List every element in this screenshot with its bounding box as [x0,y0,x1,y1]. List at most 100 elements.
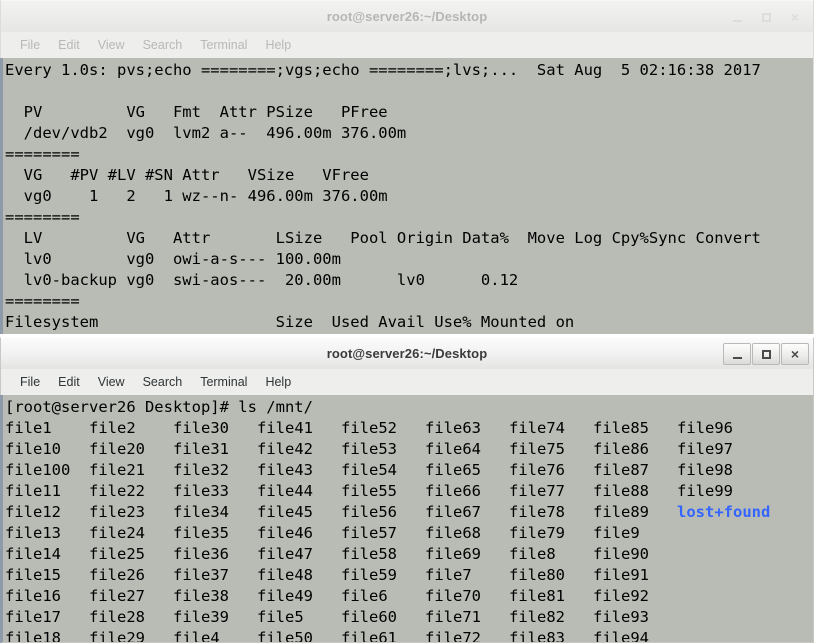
menubar-back: File Edit View Search Terminal Help [0,32,814,58]
ls-file-entry: file17 [5,608,61,626]
ls-file-entry: file67 [425,503,481,521]
ls-file-entry: file75 [509,440,565,458]
menu-help-back[interactable]: Help [256,36,300,54]
ls-file-entry: file38 [173,587,229,605]
ls-file-entry: file7 [425,566,472,584]
ls-file-entry: file56 [341,503,397,521]
terminal-line: /dev/vdb2 vg0 lvm2 a-- 496.00m 376.00m [5,124,407,142]
ls-file-entry: file14 [5,545,61,563]
menu-edit-back[interactable]: Edit [49,36,89,54]
minimize-button-front[interactable] [723,343,751,365]
ls-file-entry: file15 [5,566,61,584]
ls-file-entry: file63 [425,419,481,437]
ls-file-entry: file54 [341,461,397,479]
ls-file-entry: file24 [89,524,145,542]
ls-file-entry: file35 [173,524,229,542]
ls-file-entry: file31 [173,440,229,458]
close-button-back[interactable]: × [781,6,809,28]
ls-file-entry: file98 [677,461,733,479]
window-title-front: root@server26:~/Desktop [326,346,488,361]
minimize-icon [732,356,742,359]
ls-file-entry: file58 [341,545,397,563]
maximize-button-back[interactable] [752,6,780,28]
ls-file-entry: file6 [341,587,388,605]
close-icon: × [790,8,800,25]
menu-file-front[interactable]: File [11,373,49,391]
ls-file-entry: file87 [593,461,649,479]
ls-file-entry: file32 [173,461,229,479]
ls-row: file10 file20 file31 file42 file53 file64 file… [5,439,813,460]
ls-file-entry: file78 [509,503,565,521]
menu-search-back[interactable]: Search [134,36,192,54]
ls-file-entry: file89 [593,503,649,521]
ls-row: file15 file26 file37 file48 file59 file7 file8… [5,565,813,586]
ls-row: file12 file23 file34 file45 file56 file67 file… [5,502,813,523]
maximize-button-front[interactable] [752,343,780,365]
ls-file-entry: file74 [509,419,565,437]
menu-terminal-back[interactable]: Terminal [191,36,256,54]
ls-file-entry: file72 [425,629,481,643]
titlebar-front[interactable]: root@server26:~/Desktop × [0,337,814,369]
ls-file-entry: file36 [173,545,229,563]
ls-file-entry: file44 [257,482,313,500]
menu-help-front[interactable]: Help [256,373,300,391]
menu-search-front[interactable]: Search [134,373,192,391]
terminal-line: PV VG Fmt Attr PSize PFree [5,103,388,121]
minimize-icon [732,19,742,22]
terminal-line: Every 1.0s: pvs;echo ========;vgs;echo =… [5,61,761,79]
ls-row: file17 file28 file39 file5 file60 file71 file8… [5,607,813,628]
ls-file-entry: file93 [593,608,649,626]
ls-directory-entry: lost+found [677,503,771,521]
terminal-output-area-front[interactable]: [root@server26 Desktop]# ls /mnt/ file1 f… [0,395,814,643]
minimize-button-back[interactable] [723,6,751,28]
menu-file-back[interactable]: File [11,36,49,54]
ls-row: file100 file21 file32 file43 file54 file65 fil… [5,460,813,481]
window-controls-front: × [722,338,809,370]
menu-terminal-front[interactable]: Terminal [191,373,256,391]
close-button-front[interactable]: × [781,343,809,365]
ls-row: file1 file2 file30 file41 file52 file63 file74… [5,418,813,439]
ls-file-entry: file83 [509,629,565,643]
ls-file-entry: file4 [173,629,220,643]
titlebar-back[interactable]: root@server26:~/Desktop × [0,0,814,32]
ls-file-entry: file28 [89,608,145,626]
ls-file-entry: file88 [593,482,649,500]
ls-file-entry: file25 [89,545,145,563]
ls-file-entry: file8 [509,545,556,563]
ls-file-entry: file33 [173,482,229,500]
ls-file-entry: file100 [5,461,71,479]
ls-file-entry: file77 [509,482,565,500]
terminal-line: ======== [5,145,80,163]
ls-file-entry: file49 [257,587,313,605]
terminal-text-back: Every 1.0s: pvs;echo ========;vgs;echo =… [3,58,813,340]
ls-file-entry: file16 [5,587,61,605]
terminal-output-area-back[interactable]: Every 1.0s: pvs;echo ========;vgs;echo =… [0,58,814,340]
ls-file-entry: file97 [677,440,733,458]
menu-view-back[interactable]: View [89,36,134,54]
ls-file-entry: file37 [173,566,229,584]
menu-edit-front[interactable]: Edit [49,373,89,391]
ls-file-entry: file12 [5,503,61,521]
ls-file-entry: file2 [89,419,136,437]
ls-file-entry: file91 [593,566,649,584]
ls-file-entry: file85 [593,419,649,437]
ls-row: file13 file24 file35 file46 file57 file68 file… [5,523,813,544]
ls-file-entry: file9 [593,524,640,542]
menu-view-front[interactable]: View [89,373,134,391]
ls-file-entry: file71 [425,608,481,626]
ls-file-entry: file60 [341,608,397,626]
ls-file-entry: file43 [257,461,313,479]
terminal-line: VG #PV #LV #SN Attr VSize VFree [5,166,369,184]
window-controls-back: × [722,1,809,33]
ls-file-entry: file69 [425,545,481,563]
ls-file-entry: file41 [257,419,313,437]
terminal-window-ls-mnt[interactable]: root@server26:~/Desktop × File Edit View… [0,337,814,643]
maximize-icon [761,349,771,359]
terminal-line: ======== [5,208,80,226]
terminal-window-lvm-watch[interactable]: root@server26:~/Desktop × File Edit View… [0,0,814,340]
ls-file-entry: file90 [593,545,649,563]
ls-row: file16 file27 file38 file49 file6 file70 file8… [5,586,813,607]
ls-row: file18 file29 file4 file50 file61 file72 file8… [5,628,813,643]
ls-file-entry: file50 [257,629,313,643]
